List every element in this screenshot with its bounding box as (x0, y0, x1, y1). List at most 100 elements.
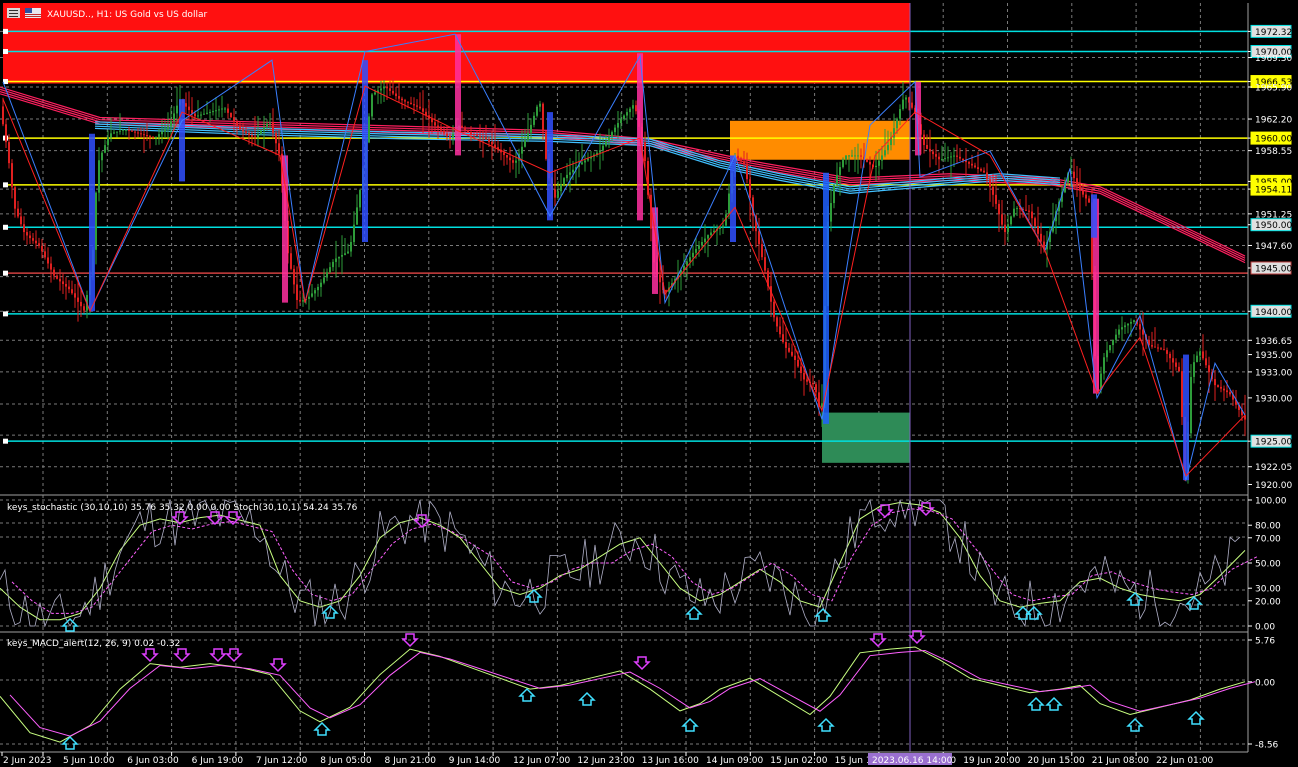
candle-body (581, 162, 583, 165)
candle-body (533, 115, 535, 125)
sell-arrow-icon (141, 648, 159, 663)
candle-body (1025, 209, 1027, 211)
price-label: 1930.00 (1255, 394, 1292, 404)
level-handle[interactable] (3, 438, 8, 444)
level-handle[interactable] (3, 48, 8, 54)
candle-body (974, 165, 976, 168)
candle-body (977, 167, 979, 169)
chart-menu-icon[interactable] (7, 8, 20, 18)
candle-body (407, 101, 409, 103)
candle-body (848, 155, 850, 157)
candle-body (875, 165, 877, 168)
stoch-label: 0.00 (1255, 623, 1275, 633)
candle-body (404, 100, 406, 102)
candle-body (44, 251, 46, 258)
candle-body (152, 136, 154, 138)
candle-body (491, 141, 493, 145)
candle-body (692, 252, 694, 258)
price-zone[interactable] (730, 120, 910, 160)
candle-body (806, 379, 808, 382)
candle-body (14, 187, 16, 209)
candle-body (341, 254, 343, 257)
trading-chart[interactable]: 1972.321970.001969.301966.531965.901962.… (0, 0, 1298, 767)
candle-body (8, 142, 10, 164)
candle-body (23, 224, 25, 233)
time-label: 22 Jun 01:00 (1156, 756, 1213, 766)
candle-body (479, 135, 481, 137)
candle-body (992, 187, 994, 195)
level-handle[interactable] (3, 182, 8, 188)
candle-body (47, 257, 49, 264)
level-handle[interactable] (3, 28, 8, 34)
candle-body (815, 384, 817, 393)
candle-body (398, 96, 400, 99)
candle-body (1028, 210, 1030, 212)
time-axis[interactable]: 2 Jun 2023 5 Jun 10:00 6 Jun 03:00 6 Jun 19… (1, 752, 1214, 766)
candle-body (215, 110, 217, 112)
candle-body (926, 145, 928, 149)
sell-arrow-icon (269, 658, 287, 673)
candle-body (236, 121, 238, 126)
candle-body (335, 258, 337, 262)
time-label: 12 Jun 07:00 (513, 756, 570, 766)
candle-body (149, 135, 151, 137)
candle-body (275, 132, 277, 144)
level-handle[interactable] (3, 224, 8, 230)
candle-body (1040, 233, 1042, 242)
candle-body (128, 129, 130, 131)
candle-body (1214, 379, 1216, 386)
candle-body (317, 286, 319, 291)
time-label: 12 Jun 23:00 (577, 756, 634, 766)
time-label: 8 Jun 05:00 (320, 756, 372, 766)
candle-body (1220, 386, 1222, 389)
candle-body (158, 134, 160, 137)
stoch-label: 70.00 (1255, 534, 1281, 544)
horizontal-levels[interactable] (3, 28, 1248, 444)
candle-body (443, 130, 445, 134)
candle-body (233, 117, 235, 122)
candle-body (170, 121, 172, 127)
candle-body (1079, 184, 1081, 191)
time-label: 6 Jun 03:00 (127, 756, 179, 766)
candle-body (947, 157, 949, 159)
sell-arrow-icon (206, 511, 224, 526)
candle-body (707, 235, 709, 239)
candle-body (266, 123, 268, 128)
candle-body (254, 136, 256, 138)
level-handle[interactable] (3, 270, 8, 276)
sell-arrow-icon (209, 648, 227, 663)
candle-body (599, 150, 601, 153)
candle-body (989, 179, 991, 188)
candle-body (764, 257, 766, 271)
candle-body (857, 155, 859, 157)
candle-body (605, 141, 607, 146)
candle-body (866, 159, 868, 162)
level-handle[interactable] (3, 311, 8, 317)
candle-body (185, 103, 187, 107)
price-label: 1925.00 (1255, 438, 1292, 448)
candle-body (1208, 365, 1210, 373)
candle-body (206, 112, 208, 114)
candle-body (2, 106, 4, 125)
candle-body (530, 124, 532, 133)
candle-body (896, 118, 898, 129)
candle-body (932, 151, 934, 155)
price-label: 1936.65 (1255, 337, 1292, 347)
candle-body (1172, 358, 1174, 363)
macd-pane[interactable] (0, 630, 1256, 750)
candle-body (956, 155, 958, 157)
price-zone[interactable] (822, 412, 910, 463)
candle-body (1217, 385, 1219, 387)
candle-body (944, 158, 946, 160)
price-axis[interactable]: 1972.321970.001969.301966.531965.901962.… (1248, 24, 1292, 491)
candle-body (722, 225, 724, 228)
stochastic-pane[interactable] (0, 498, 1258, 632)
candle-body (728, 193, 730, 215)
candle-body (902, 99, 904, 110)
candle-body (329, 267, 331, 273)
candle-body (326, 272, 328, 278)
candle-body (71, 289, 73, 294)
candle-body (1082, 190, 1084, 195)
candle-body (881, 155, 883, 161)
candle-body (524, 139, 526, 147)
